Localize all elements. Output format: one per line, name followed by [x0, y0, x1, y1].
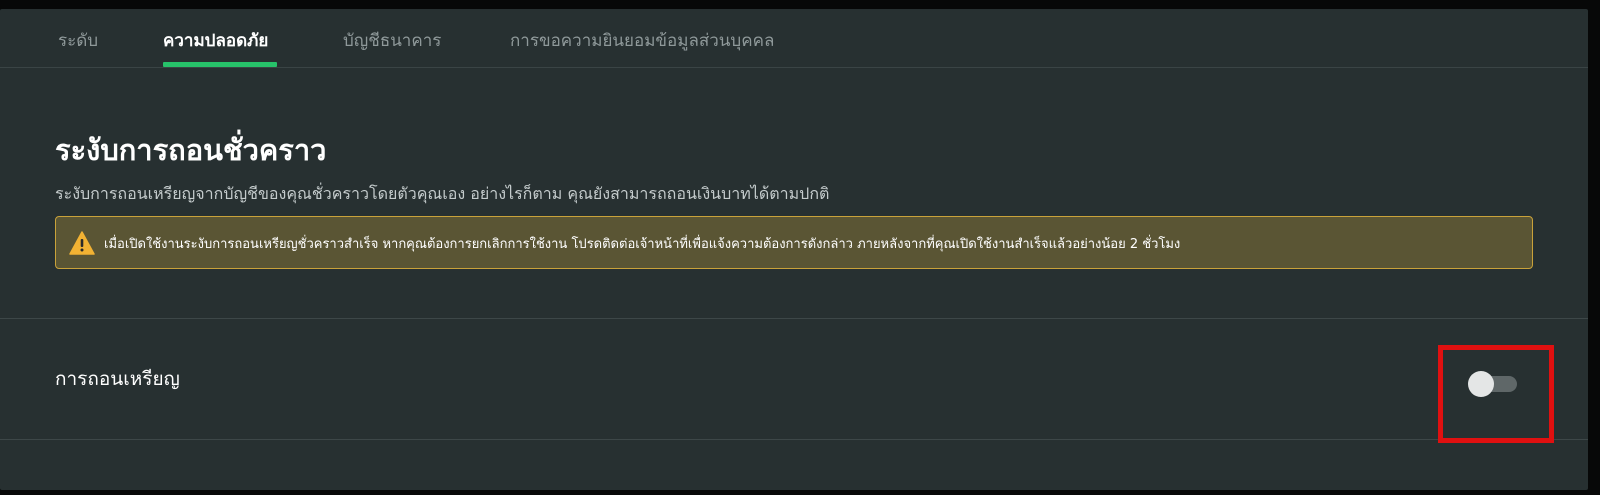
tab-personal-data-consent[interactable]: การขอความยินยอมข้อมูลส่วนบุคคล	[510, 27, 774, 54]
active-tab-indicator	[163, 62, 277, 67]
settings-panel: ระดับ ความปลอดภัย บัญชีธนาคาร การขอความย…	[0, 9, 1588, 490]
warning-triangle-icon	[69, 231, 95, 255]
tab-level[interactable]: ระดับ	[58, 27, 98, 54]
section-title: ระงับการถอนชั่วคราว	[55, 133, 327, 167]
section-description: ระงับการถอนเหรียญจากบัญชีของคุณชั่วคราวโ…	[55, 184, 830, 203]
coin-withdrawal-label: การถอนเหรียญ	[55, 368, 180, 390]
warning-text: เมื่อเปิดใช้งานระงับการถอนเหรียญชั่วคราว…	[104, 237, 1181, 252]
toggle-knob	[1468, 371, 1494, 397]
coin-withdrawal-toggle[interactable]	[1468, 371, 1517, 397]
warning-banner: เมื่อเปิดใช้งานระงับการถอนเหรียญชั่วคราว…	[55, 216, 1533, 269]
section-divider	[0, 318, 1588, 319]
tab-security[interactable]: ความปลอดภัย	[163, 27, 268, 54]
row-divider	[0, 439, 1588, 440]
tab-bar: ระดับ ความปลอดภัย บัญชีธนาคาร การขอความย…	[0, 9, 1588, 68]
tab-bank-account[interactable]: บัญชีธนาคาร	[343, 27, 441, 54]
